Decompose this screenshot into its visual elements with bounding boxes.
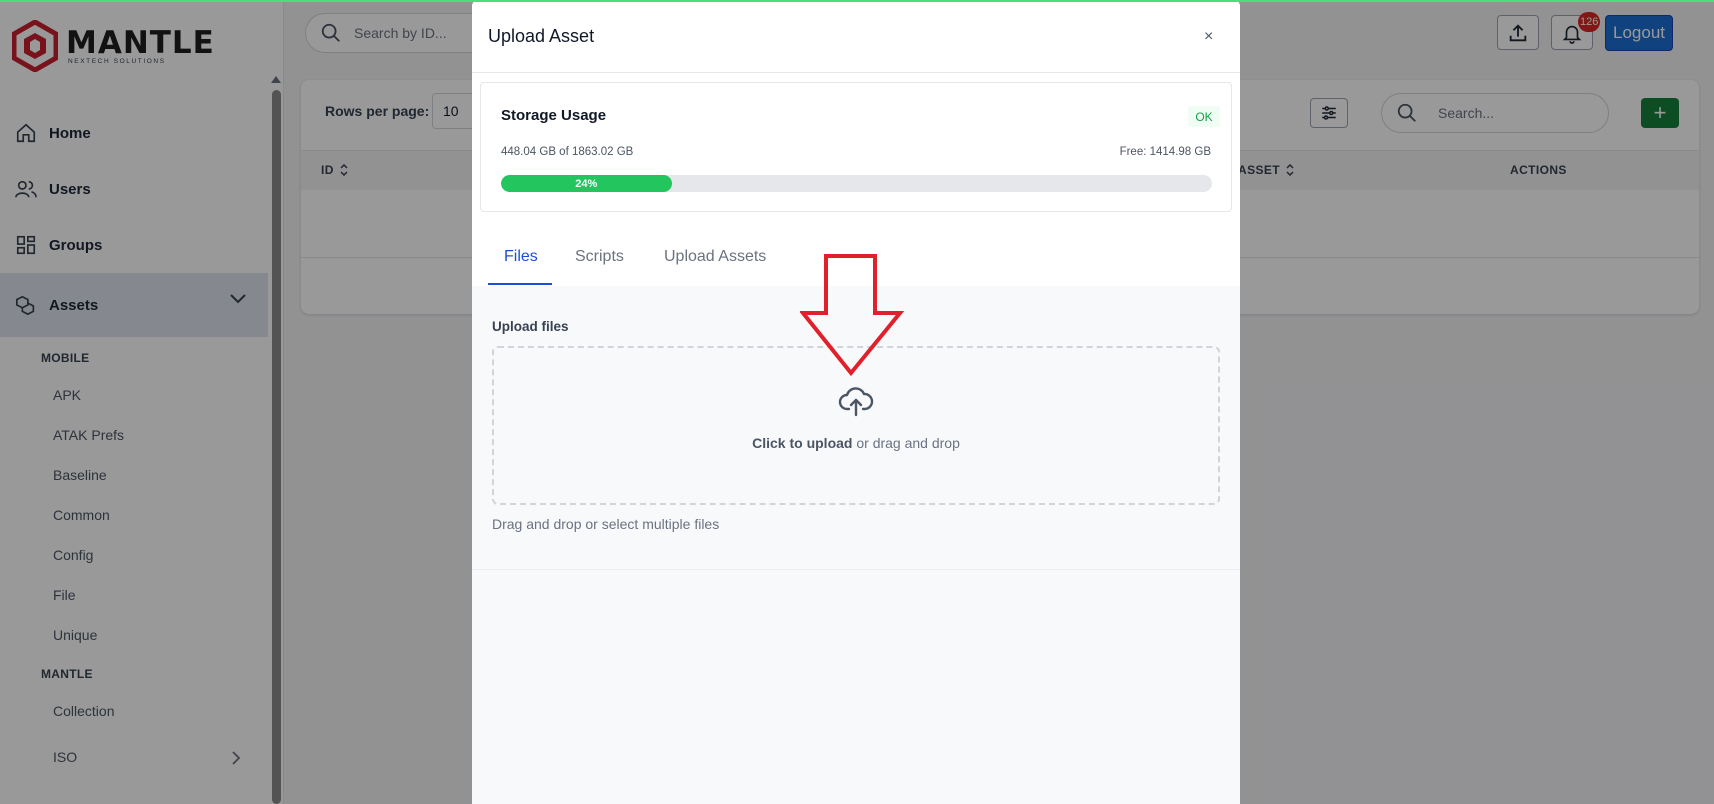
cloud-upload-icon[interactable] — [838, 385, 874, 417]
storage-used-text: 448.04 GB of 1863.02 GB — [501, 146, 634, 158]
active-tab-indicator — [488, 283, 552, 285]
upload-files-label: Upload files — [492, 319, 569, 334]
storage-usage-card: Storage Usage OK 448.04 GB of 1863.02 GB… — [480, 82, 1232, 212]
tab-upload-assets[interactable]: Upload Assets — [664, 248, 766, 266]
divider — [472, 569, 1240, 570]
dropzone-text[interactable]: Click to upload or drag and drop — [472, 435, 1240, 451]
modal-header: Upload Asset × — [472, 0, 1240, 73]
drag-and-drop-text: or drag and drop — [852, 435, 960, 451]
click-to-upload-link[interactable]: Click to upload — [752, 435, 852, 451]
storage-title: Storage Usage — [501, 107, 607, 124]
tab-scripts[interactable]: Scripts — [575, 248, 624, 266]
storage-progress-fill: 24% — [501, 175, 672, 192]
top-accent-line — [0, 0, 1714, 2]
status-badge: OK — [1188, 106, 1220, 127]
upload-asset-modal: Upload Asset × Storage Usage OK 448.04 G… — [472, 0, 1240, 804]
annotation-down-arrow-icon — [800, 254, 904, 377]
tab-files[interactable]: Files — [504, 248, 538, 266]
modal-title: Upload Asset — [488, 26, 595, 46]
upload-hint: Drag and drop or select multiple files — [492, 516, 720, 532]
close-icon[interactable]: × — [1204, 28, 1213, 46]
storage-free-text: Free: 1414.98 GB — [1119, 146, 1211, 158]
storage-progress-label: 24% — [575, 177, 598, 190]
storage-progress-bar: 24% — [501, 175, 1212, 192]
